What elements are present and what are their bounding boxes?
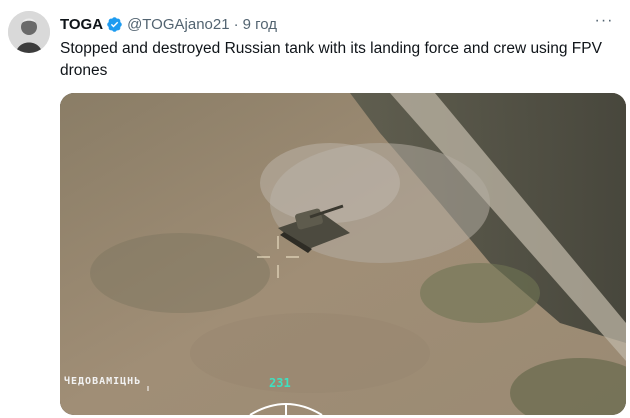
tweet-timestamp[interactable]: 9 год: [243, 16, 277, 33]
tweet-card[interactable]: TOGA @TOGAjano21 · 9 год ··· Stopped and…: [0, 0, 630, 418]
hud-heading-number: 231: [269, 376, 291, 390]
header-separator: ·: [233, 15, 239, 33]
author-handle[interactable]: @TOGAjano21: [127, 16, 230, 33]
avatar-image: [8, 11, 50, 53]
author-name[interactable]: TOGA: [60, 16, 103, 33]
tweet-video[interactable]: ЧЕДОВАМІЦНЬ 231: [60, 93, 626, 415]
avatar[interactable]: [8, 11, 50, 53]
verified-badge-icon: [106, 16, 123, 33]
video-frame: [60, 93, 626, 415]
tweet-header: TOGA @TOGAjano21 · 9 год: [60, 14, 277, 34]
more-options-icon[interactable]: ···: [592, 12, 616, 32]
tweet-text: Stopped and destroyed Russian tank with …: [60, 40, 602, 79]
hud-overlay-text: ЧЕДОВАМІЦНЬ: [64, 376, 142, 387]
